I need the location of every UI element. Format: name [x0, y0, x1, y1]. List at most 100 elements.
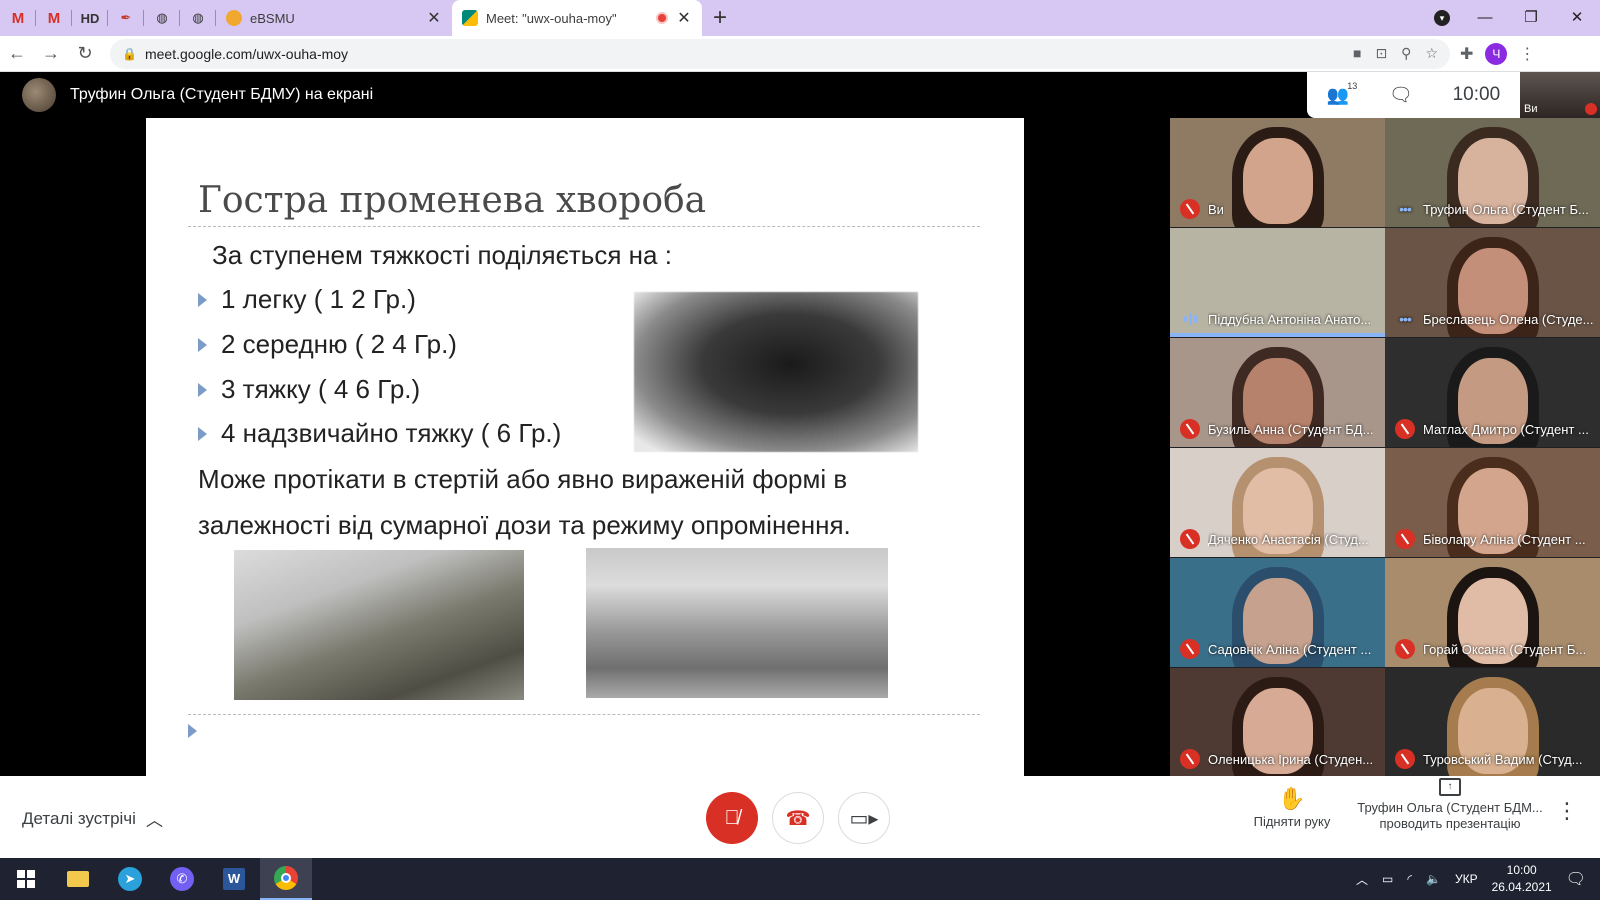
bookmark-star-icon[interactable]: ☆ — [1425, 45, 1438, 62]
participant-tile[interactable]: Бузиль Анна (Студент БД... — [1170, 338, 1385, 447]
participant-tile[interactable]: Біволару Аліна (Студент ... — [1385, 448, 1600, 557]
participant-tile[interactable]: Оленицька Ірина (Студен... — [1170, 668, 1385, 777]
reload-icon[interactable]: ↻ — [68, 37, 102, 71]
slide-bullet: 3 тяжку ( 4 6 Гр.) — [198, 374, 420, 405]
pinned-tab-globe[interactable]: ◍ — [144, 0, 180, 36]
chrome-icon[interactable] — [260, 858, 312, 900]
language-indicator[interactable]: УКР — [1455, 872, 1478, 886]
pinned-tab-hd[interactable]: HD — [72, 0, 108, 36]
clock[interactable]: 10:00 26.04.2021 — [1492, 862, 1552, 896]
more-options-icon[interactable]: ⋮ — [1556, 798, 1578, 824]
pinned-tab-gmail[interactable]: M — [36, 0, 72, 36]
participant-name: Оленицька Ірина (Студен... — [1208, 751, 1374, 767]
battery-icon[interactable]: ▭ — [1382, 872, 1393, 886]
raise-hand-button[interactable]: ✋ Підняти руку — [1250, 786, 1334, 829]
profile-avatar[interactable]: Ч — [1485, 42, 1508, 65]
details-label: Деталі зустрічі — [22, 808, 136, 828]
participant-tile[interactable]: ••• Труфин Ольга (Студент Б... — [1385, 118, 1600, 227]
bullet-text: 1 легку ( 1 2 Гр.) — [221, 284, 416, 314]
tab-meet[interactable]: Meet: "uwx-ouha-moy" ✕ — [452, 0, 702, 36]
zoom-icon[interactable]: ⚲ — [1401, 45, 1411, 62]
tab-title: Meet: "uwx-ouha-moy" — [486, 10, 617, 26]
participant-name-row: Горай Оксана (Студент Б... — [1395, 639, 1594, 659]
notifications-icon[interactable]: 🗨 — [1566, 869, 1586, 889]
bullet-icon — [198, 292, 207, 307]
participant-tile[interactable]: Туровський Вадим (Студ... — [1385, 668, 1600, 777]
slide-bullet: 4 надзвичайно тяжку ( 6 Гр.) — [198, 418, 561, 449]
participant-tile[interactable]: ••• Бреславець Олена (Студе... — [1385, 228, 1600, 337]
windows-taskbar: ➤ ✆ W ︿ ▭ ◜ 🔈 УКР 10:00 26.04.2021 🗨 — [0, 858, 1600, 900]
participant-name: Туровський Вадим (Студ... — [1423, 751, 1583, 767]
participant-name-row: Ви — [1180, 199, 1379, 219]
chevron-up-icon[interactable]: ︿ — [1356, 871, 1368, 888]
new-tab-button[interactable]: + — [702, 0, 738, 36]
lock-icon[interactable]: 🔒 — [122, 47, 137, 61]
close-icon[interactable]: ✕ — [426, 8, 442, 28]
back-icon[interactable]: ← — [0, 37, 34, 71]
participant-tile[interactable]: Матлах Дмитро (Студент ... — [1385, 338, 1600, 447]
meeting-details-button[interactable]: Деталі зустрічі ︿ — [22, 806, 163, 831]
translate-icon[interactable]: ⊡ — [1375, 45, 1387, 62]
participant-tile[interactable]: Дяченко Анастасія (Студ... — [1170, 448, 1385, 557]
word-icon[interactable]: W — [208, 858, 260, 900]
participant-tile[interactable]: Ви — [1170, 118, 1385, 227]
telegram-icon[interactable]: ➤ — [104, 858, 156, 900]
participant-name-row: Оленицька Ірина (Студен... — [1180, 749, 1379, 769]
participant-tile[interactable]: Горай Оксана (Студент Б... — [1385, 558, 1600, 667]
start-button[interactable] — [0, 858, 52, 900]
pinned-tab-gmail[interactable]: M — [0, 0, 36, 36]
participant-name-row: Піддубна Антоніна Анато... — [1180, 309, 1379, 329]
camera-icon[interactable]: ■ — [1353, 45, 1361, 62]
pinned-tab-globe[interactable]: ◍ — [180, 0, 216, 36]
pinned-tab-pen[interactable]: ✒ — [108, 0, 144, 36]
tab-ebsmu[interactable]: eBSMU ✕ — [216, 0, 452, 36]
extensions-icon[interactable]: ✚ — [1460, 44, 1473, 64]
participant-name-row: ••• Бреславець Олена (Студе... — [1395, 309, 1594, 329]
file-explorer-icon[interactable] — [52, 858, 104, 900]
forward-icon[interactable]: → — [34, 37, 68, 71]
participant-tile[interactable]: Садовнік Аліна (Студент ... — [1170, 558, 1385, 667]
mic-off-icon: 🎙̸ — [724, 806, 740, 829]
mic-toggle-button[interactable]: 🎙̸ — [706, 792, 758, 844]
tab-search-icon[interactable]: ▾ — [1434, 10, 1450, 26]
mic-off-icon — [1395, 749, 1415, 769]
participant-name: Ви — [1208, 201, 1224, 217]
audio-idle-icon: ••• — [1399, 201, 1412, 217]
close-icon[interactable]: ✕ — [676, 8, 692, 28]
participant-grid: Ви ••• Труфин Ольга (Студент Б... Піддубна … — [1170, 118, 1600, 777]
viber-icon[interactable]: ✆ — [156, 858, 208, 900]
leave-call-button[interactable]: ☎ — [772, 792, 824, 844]
hand-icon: ✋ — [1278, 786, 1306, 811]
address-bar[interactable]: 🔒 meet.google.com/uwx-ouha-moy ■ ⊡ ⚲ ☆ — [110, 38, 1450, 69]
hospital-ward-photo — [234, 550, 524, 700]
slide-paragraph: Може протікати в стертій або явно вираже… — [198, 464, 851, 540]
surgery-photo — [586, 548, 888, 698]
participant-tile[interactable]: Піддубна Антоніна Анато... — [1170, 228, 1385, 337]
participant-name: Садовнік Аліна (Студент ... — [1208, 641, 1372, 657]
presentation-status-button[interactable]: ↑ Труфин Ольга (Студент БДМ... проводить… — [1355, 778, 1545, 832]
tab-title: eBSMU — [250, 10, 295, 26]
menu-icon[interactable]: ⋮ — [1519, 44, 1535, 64]
mic-off-icon — [1395, 529, 1415, 549]
globe-icon: ◍ — [192, 10, 204, 25]
ebsmu-favicon-icon — [226, 10, 242, 26]
self-view-mini[interactable]: Ви — [1520, 72, 1600, 118]
participant-name: Піддубна Антоніна Анато... — [1208, 311, 1372, 327]
minimize-icon[interactable]: — — [1462, 0, 1508, 34]
people-button[interactable]: 👥 13 — [1327, 81, 1357, 106]
clock-date: 26.04.2021 — [1491, 880, 1552, 894]
volume-icon[interactable]: 🔈 — [1426, 872, 1441, 886]
participant-name-row: Туровський Вадим (Студ... — [1395, 749, 1594, 769]
bullet-text: 3 тяжку ( 4 6 Гр.) — [221, 374, 421, 404]
hang-up-icon: ☎ — [785, 807, 811, 830]
mic-off-icon — [1395, 639, 1415, 659]
chat-icon[interactable]: 🗨 — [1389, 83, 1413, 107]
restore-icon[interactable]: ❐ — [1508, 0, 1554, 34]
divider — [188, 714, 980, 715]
presenter-label: Труфин Ольга (Студент БДМУ) на екрані — [70, 86, 374, 103]
bullet-icon — [198, 426, 207, 441]
wifi-icon[interactable]: ◜ — [1407, 872, 1412, 886]
camera-toggle-button[interactable]: ▭▸ — [838, 792, 890, 844]
recording-icon — [656, 12, 668, 24]
close-window-icon[interactable]: ✕ — [1554, 0, 1600, 34]
